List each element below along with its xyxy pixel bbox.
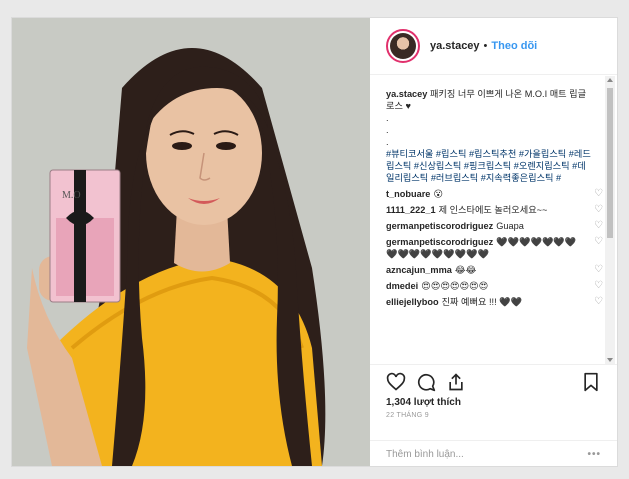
like-count[interactable]: 1,304 lượt thích: [386, 397, 601, 408]
add-comment-input[interactable]: Thêm bình luận...: [386, 449, 464, 460]
comments-scrollbar[interactable]: [605, 76, 615, 364]
comment-item: germanpetiscorodriguez 🖤🖤🖤🖤🖤🖤🖤🖤🖤🖤🖤🖤🖤🖤🖤🖤 ♡: [386, 236, 603, 260]
header-username[interactable]: ya.stacey: [430, 40, 480, 52]
heart-outline-icon[interactable]: ♡: [594, 237, 604, 247]
share-icon[interactable]: [446, 372, 466, 392]
caption: ya.stacey 패키징 너무 이쁘게 나온 M.O.I 매트 립글로스 ♥ …: [386, 88, 591, 184]
more-options-icon[interactable]: •••: [587, 449, 601, 460]
heart-outline-icon[interactable]: ♡: [594, 205, 604, 215]
header-separator: •: [483, 40, 488, 52]
caption-dot: .: [386, 125, 389, 135]
comment-item: 1111_222_1 제 인스타에도 놀러오세요~~ ♡: [386, 204, 603, 216]
comment-username[interactable]: t_nobuare: [386, 189, 430, 199]
post-header: ya.stacey • Theo dõi: [370, 18, 617, 75]
post-photo-image: M.O: [12, 18, 370, 466]
comment-item: t_nobuare 😮 ♡: [386, 188, 603, 200]
comment-text: 진짜 예뻐요 !!! 🖤🖤: [441, 297, 523, 307]
comment-item: dmedei 😍😍😍😍😍😍😍 ♡: [386, 280, 603, 292]
comment-username[interactable]: 1111_222_1: [386, 205, 436, 215]
comment-item: azncajun_mma 😂😂 ♡: [386, 264, 603, 276]
comment-item: germanpetiscorodriguez Guapa ♡: [386, 220, 603, 232]
heart-outline-icon[interactable]: ♡: [594, 281, 604, 291]
avatar[interactable]: [386, 29, 420, 63]
scroll-down-icon[interactable]: [607, 358, 613, 362]
heart-icon[interactable]: [386, 372, 406, 392]
svg-text:M.O: M.O: [62, 190, 81, 201]
comment-text: 제 인스타에도 놀러오세요~~: [438, 205, 548, 215]
comment-text: Guapa: [496, 221, 524, 231]
comments-list[interactable]: ya.stacey 패키징 너무 이쁘게 나온 M.O.I 매트 립글로스 ♥ …: [370, 76, 617, 364]
comment-username[interactable]: elliejellyboo: [386, 297, 439, 307]
post-photo[interactable]: M.O: [12, 18, 370, 466]
avatar-image: [390, 33, 416, 59]
heart-outline-icon[interactable]: ♡: [594, 221, 604, 231]
scroll-up-icon[interactable]: [607, 78, 613, 82]
post-sidebar: ya.stacey • Theo dõi ya.stacey 패키징 너무 이쁘…: [370, 18, 617, 466]
caption-dot: .: [386, 113, 389, 123]
follow-button[interactable]: Theo dõi: [491, 40, 537, 52]
comment-username[interactable]: azncajun_mma: [386, 265, 452, 275]
caption-username[interactable]: ya.stacey: [386, 89, 427, 99]
comment-text: 😂😂: [454, 265, 477, 275]
post-date: 22 THÁNG 9: [386, 412, 429, 419]
add-comment-bar: Thêm bình luận... •••: [370, 440, 617, 467]
scroll-thumb[interactable]: [607, 88, 613, 238]
comment-username[interactable]: germanpetiscorodriguez: [386, 221, 493, 231]
comment-username[interactable]: germanpetiscorodriguez: [386, 237, 493, 247]
bookmark-icon[interactable]: [581, 372, 601, 392]
comment-username[interactable]: dmedei: [386, 281, 418, 291]
heart-outline-icon[interactable]: ♡: [594, 265, 604, 275]
post-actions: 1,304 lượt thích 22 THÁNG 9 Thêm bình lu…: [370, 364, 617, 466]
action-icons: [386, 365, 601, 399]
heart-outline-icon[interactable]: ♡: [594, 297, 604, 307]
post-frame: M.O ya.stacey • Theo dõi ya.stacey 패키징 너…: [11, 17, 618, 467]
comment-icon[interactable]: [416, 372, 436, 392]
comment-item: elliejellyboo 진짜 예뻐요 !!! 🖤🖤 ♡: [386, 296, 603, 308]
caption-dot: .: [386, 137, 389, 147]
comment-text: 😮: [433, 189, 443, 199]
comment-text: 😍😍😍😍😍😍😍: [421, 281, 489, 291]
caption-hashtags[interactable]: #뷰티코서울 #립스틱 #립스틱추천 #가을립스틱 #레드립스틱 #신상립스틱 …: [386, 148, 591, 184]
heart-outline-icon[interactable]: ♡: [594, 189, 604, 199]
